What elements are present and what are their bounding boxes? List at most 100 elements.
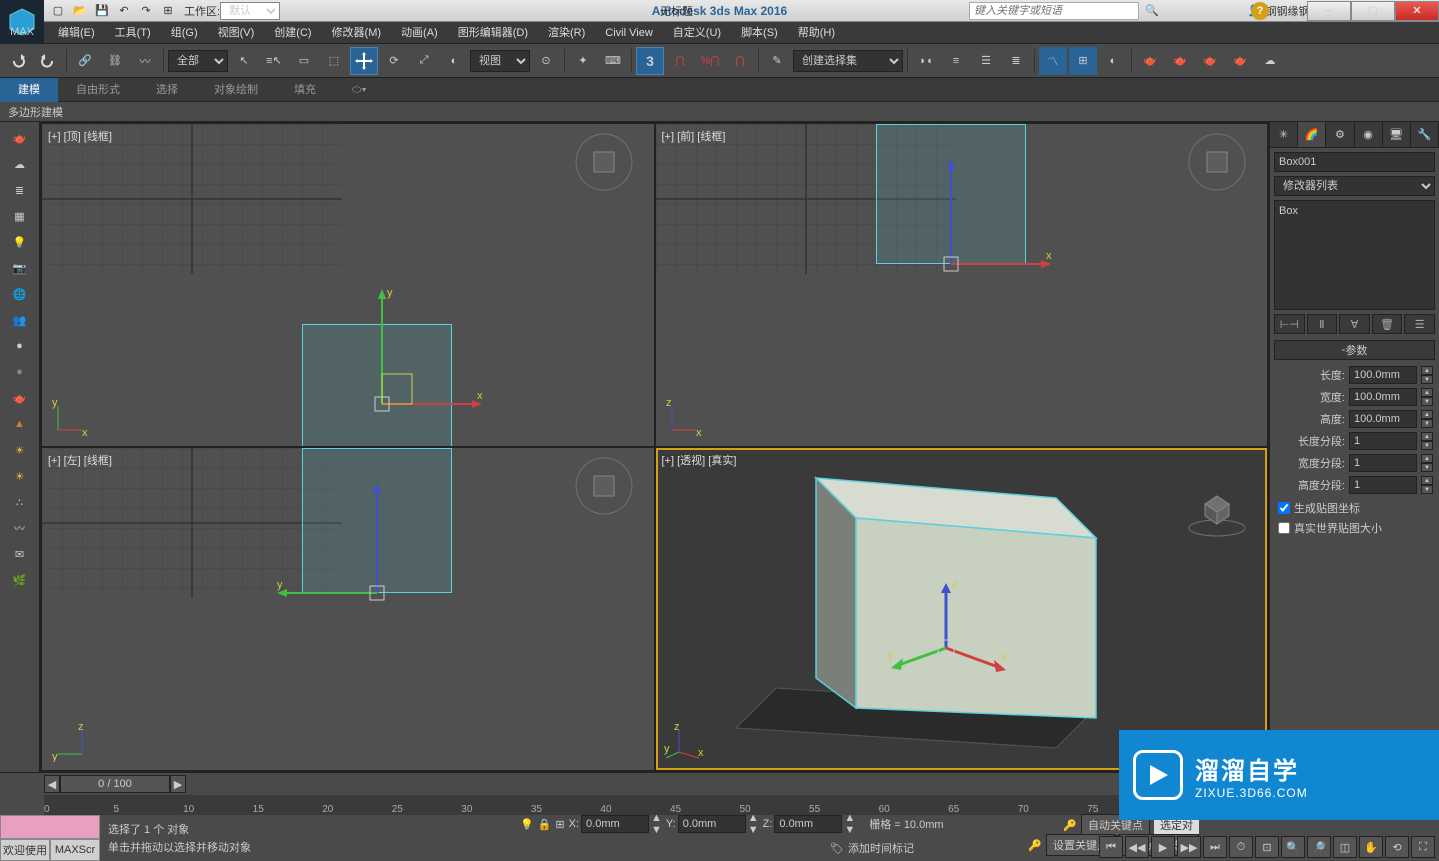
gen-mapping-checkbox[interactable]: [1278, 502, 1290, 514]
menu-animation[interactable]: 动画(A): [391, 22, 448, 44]
render-online-button[interactable]: ☁: [1256, 47, 1284, 75]
ref-coord-system[interactable]: 视图: [470, 50, 530, 72]
script-listener[interactable]: [0, 815, 100, 839]
move-gizmo[interactable]: y: [272, 478, 412, 618]
sun2-icon[interactable]: ☀: [4, 464, 36, 488]
display-tab[interactable]: 🖥: [1383, 122, 1411, 147]
rotate-button[interactable]: ⟳: [380, 47, 408, 75]
material-editor-button[interactable]: ◐: [1099, 47, 1127, 75]
bind-spacewarp-button[interactable]: 〰: [131, 47, 159, 75]
setkey-icon[interactable]: 🔑: [1028, 839, 1042, 852]
menu-rendering[interactable]: 渲染(R): [538, 22, 595, 44]
hseg-spinner[interactable]: ▲▼: [1421, 476, 1433, 494]
redo-icon[interactable]: ↷: [136, 2, 156, 20]
select-by-name-button[interactable]: ≡↖: [260, 47, 288, 75]
move-gizmo[interactable]: x: [916, 154, 1056, 294]
angle-snap-button[interactable]: ⋂: [666, 47, 694, 75]
menu-tools[interactable]: 工具(T): [105, 22, 161, 44]
zoom-extents-button[interactable]: 🔍: [1281, 836, 1305, 858]
redo-button[interactable]: [34, 47, 62, 75]
viewport-perspective[interactable]: [+] [透视] [真实] z x y zxy: [656, 448, 1268, 770]
prev-frame-button[interactable]: ◀: [44, 775, 60, 793]
menu-modifiers[interactable]: 修改器(M): [322, 22, 392, 44]
time-slider[interactable]: 0 / 100: [60, 775, 170, 793]
search-input[interactable]: [969, 2, 1139, 20]
length-field[interactable]: [1349, 366, 1417, 384]
lock-icon[interactable]: 💡: [520, 818, 534, 831]
layers-icon[interactable]: ≣: [4, 178, 36, 202]
sphere-yellow-icon[interactable]: ●: [4, 334, 36, 358]
isolate-button[interactable]: ⊡: [1255, 836, 1279, 858]
object-name-field[interactable]: [1274, 152, 1435, 172]
menu-edit[interactable]: 编辑(E): [48, 22, 105, 44]
next-key-button[interactable]: ▶▶: [1177, 836, 1201, 858]
people-icon[interactable]: 👥: [4, 308, 36, 332]
wave-icon[interactable]: 〰: [4, 516, 36, 540]
place-button[interactable]: ◐: [440, 47, 468, 75]
add-time-tag[interactable]: 添加时间标记: [848, 840, 914, 856]
pin-stack-button[interactable]: ⊢⊣: [1274, 314, 1305, 334]
ribbon-collapse-button[interactable]: ⬭▾: [334, 78, 385, 102]
render-button[interactable]: 🫖: [1196, 47, 1224, 75]
keyboard-shortcut-button[interactable]: ⌨: [599, 47, 627, 75]
menu-grapheditors[interactable]: 图形编辑器(D): [448, 22, 538, 44]
workspace-select[interactable]: 默认: [220, 2, 280, 20]
ribbon-tab-populate[interactable]: 填充: [276, 78, 334, 102]
selection-filter[interactable]: 全部: [168, 50, 228, 72]
remove-modifier-button[interactable]: 🗑: [1372, 314, 1403, 334]
edit-named-sel-button[interactable]: ✎: [763, 47, 791, 75]
goto-end-button[interactable]: ⏭: [1203, 836, 1227, 858]
search-icon[interactable]: 🔍: [1143, 2, 1161, 20]
toggle-ribbon-button[interactable]: ≣: [1002, 47, 1030, 75]
box-shaded[interactable]: z x y: [656, 448, 1268, 770]
light-icon[interactable]: 💡: [4, 230, 36, 254]
envelope-icon[interactable]: ✉: [4, 542, 36, 566]
zoom-button[interactable]: 🔎: [1307, 836, 1331, 858]
viewcube[interactable]: [574, 132, 634, 192]
save-icon[interactable]: 💾: [92, 2, 112, 20]
tag-icon[interactable]: 🏷: [830, 842, 844, 855]
configure-sets-button[interactable]: ☰: [1404, 314, 1435, 334]
viewport-label[interactable]: [+] [顶] [线框]: [48, 128, 112, 144]
menu-group[interactable]: 组(G): [161, 22, 208, 44]
minimize-button[interactable]: ─: [1307, 1, 1351, 21]
pan-button[interactable]: ✋: [1359, 836, 1383, 858]
maxscript-label[interactable]: MAXScr: [50, 839, 100, 861]
move-button[interactable]: [350, 47, 378, 75]
layers-button[interactable]: ☰: [972, 47, 1000, 75]
goto-start-button[interactable]: ⏮: [1099, 836, 1123, 858]
teapot2-icon[interactable]: 🫖: [4, 386, 36, 410]
utilities-tab[interactable]: 🔧: [1411, 122, 1439, 147]
viewport-label[interactable]: [+] [左] [线框]: [48, 452, 112, 468]
wseg-field[interactable]: [1349, 454, 1417, 472]
named-selection-sets[interactable]: 创建选择集: [793, 50, 903, 72]
lock-icon[interactable]: 🔒: [538, 818, 552, 831]
spinner-snap-button[interactable]: ⋂: [726, 47, 754, 75]
ribbon-panel-label[interactable]: 多边形建模: [0, 102, 1439, 122]
z-field[interactable]: [774, 815, 842, 833]
realworld-checkbox[interactable]: [1278, 522, 1290, 534]
snap-toggle-button[interactable]: 3: [636, 47, 664, 75]
x-field[interactable]: [581, 815, 649, 833]
ribbon-tab-freeform[interactable]: 自由形式: [58, 78, 138, 102]
viewcube[interactable]: [574, 456, 634, 516]
schematic-view-button[interactable]: ⊞: [1069, 47, 1097, 75]
menu-customize[interactable]: 自定义(U): [663, 22, 731, 44]
project-icon[interactable]: ⊞: [158, 2, 178, 20]
viewport-top[interactable]: [+] [顶] [线框] y x yx: [42, 124, 654, 446]
time-config-button[interactable]: ⏱: [1229, 836, 1253, 858]
undo-button[interactable]: [4, 47, 32, 75]
viewport-left[interactable]: [+] [左] [线框] y zy: [42, 448, 654, 770]
viewport-label[interactable]: [+] [透视] [真实]: [662, 452, 737, 468]
show-end-result-button[interactable]: Ⅱ: [1307, 314, 1338, 334]
hseg-field[interactable]: [1349, 476, 1417, 494]
maximize-button[interactable]: ▢: [1351, 1, 1395, 21]
play-button[interactable]: ▶: [1151, 836, 1175, 858]
render-online-icon[interactable]: ☁: [4, 152, 36, 176]
sphere-grey-icon[interactable]: ●: [4, 360, 36, 384]
viewcube[interactable]: [1187, 132, 1247, 192]
width-field[interactable]: [1349, 388, 1417, 406]
motion-tab[interactable]: ◉: [1355, 122, 1383, 147]
align-button[interactable]: ≡: [942, 47, 970, 75]
render-prod-button[interactable]: 🫖: [1226, 47, 1254, 75]
